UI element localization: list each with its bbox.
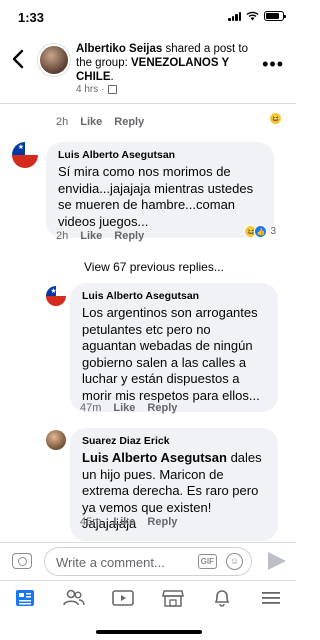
- comment-actions: 2h Like Reply: [56, 116, 144, 128]
- commenter-name[interactable]: Suarez Diaz Erick: [82, 435, 266, 447]
- gif-icon[interactable]: GIF: [197, 554, 217, 569]
- news-feed-icon[interactable]: [13, 587, 37, 609]
- like-button[interactable]: Like: [113, 402, 135, 414]
- notifications-icon[interactable]: [210, 587, 234, 609]
- comment-time: 2h: [56, 230, 69, 242]
- signal-icon: [228, 11, 241, 21]
- emoji-icon[interactable]: ☺: [226, 553, 243, 570]
- home-indicator: [96, 630, 202, 634]
- like-button[interactable]: Like: [113, 516, 135, 528]
- view-previous-replies[interactable]: View 67 previous replies...: [84, 260, 224, 274]
- comment-text: Sí mira como nos morimos de envidia...ja…: [58, 164, 254, 229]
- haha-reaction-icon: 😆: [269, 112, 282, 125]
- status-bar: 1:33: [0, 0, 296, 34]
- commenter-name[interactable]: Luis Alberto Asegutsan: [58, 149, 262, 161]
- status-icons: [228, 11, 286, 21]
- comment-composer: Write a comment... GIF ☺: [0, 542, 296, 580]
- reply-button[interactable]: Reply: [114, 230, 144, 242]
- post-meta: 4 hrs ·: [76, 84, 117, 95]
- watch-icon[interactable]: [111, 587, 135, 609]
- audience-icon: [107, 85, 117, 94]
- comment-text: Los argentinos son arrogantes petulantes…: [82, 305, 260, 403]
- comment-time: 2h: [56, 116, 69, 128]
- post-header: Albertiko Seijas shared a post to the gr…: [0, 38, 296, 104]
- post-title: Albertiko Seijas shared a post to the gr…: [76, 43, 248, 83]
- comment-input[interactable]: Write a comment... GIF ☺: [44, 547, 252, 576]
- comments-feed[interactable]: 2h Like Reply 😆 Luis Alberto Asegutsan S…: [0, 104, 296, 542]
- like-button[interactable]: Like: [80, 116, 102, 128]
- wifi-icon: [246, 11, 259, 21]
- avatar[interactable]: [12, 142, 38, 168]
- friends-icon[interactable]: [62, 587, 86, 609]
- back-arrow-icon[interactable]: [8, 48, 30, 70]
- bottom-tab-bar: [0, 580, 296, 614]
- reply-button[interactable]: Reply: [114, 116, 144, 128]
- comment-actions: 2h Like Reply: [56, 230, 144, 242]
- comment-bubble: Luis Alberto Asegutsan Sí mira como nos …: [46, 142, 274, 238]
- commenter-name[interactable]: Luis Alberto Asegutsan: [82, 290, 266, 302]
- reply-bubble: Luis Alberto Asegutsan Los argentinos so…: [70, 283, 278, 412]
- send-icon[interactable]: [268, 552, 286, 570]
- battery-icon: [264, 11, 286, 21]
- comment-placeholder: Write a comment...: [56, 555, 165, 570]
- menu-icon[interactable]: [259, 587, 283, 609]
- post-time: 4 hrs: [76, 84, 99, 95]
- comment-actions: 47m Like Reply: [80, 402, 177, 414]
- status-time: 1:33: [18, 10, 45, 25]
- reaction-summary[interactable]: 😆: [269, 112, 282, 125]
- like-reaction-icon: 👍: [254, 225, 268, 238]
- reply-button[interactable]: Reply: [147, 516, 177, 528]
- comment-time: 45m: [80, 516, 102, 528]
- camera-icon[interactable]: [12, 553, 32, 569]
- reply-button[interactable]: Reply: [147, 402, 177, 414]
- author-avatar[interactable]: [38, 44, 70, 76]
- mention-link[interactable]: Luis Alberto Asegutsan: [82, 450, 227, 465]
- reaction-summary[interactable]: 😆 👍 3: [244, 225, 276, 238]
- reaction-count: 3: [270, 226, 276, 237]
- author-name[interactable]: Albertiko Seijas: [76, 43, 162, 55]
- avatar[interactable]: [46, 430, 66, 450]
- comment-actions: 45m Like Reply: [80, 516, 177, 528]
- like-button[interactable]: Like: [80, 230, 102, 242]
- comment-time: 47m: [80, 402, 102, 414]
- marketplace-icon[interactable]: [161, 587, 185, 609]
- avatar[interactable]: [46, 286, 66, 306]
- more-icon[interactable]: •••: [262, 54, 284, 75]
